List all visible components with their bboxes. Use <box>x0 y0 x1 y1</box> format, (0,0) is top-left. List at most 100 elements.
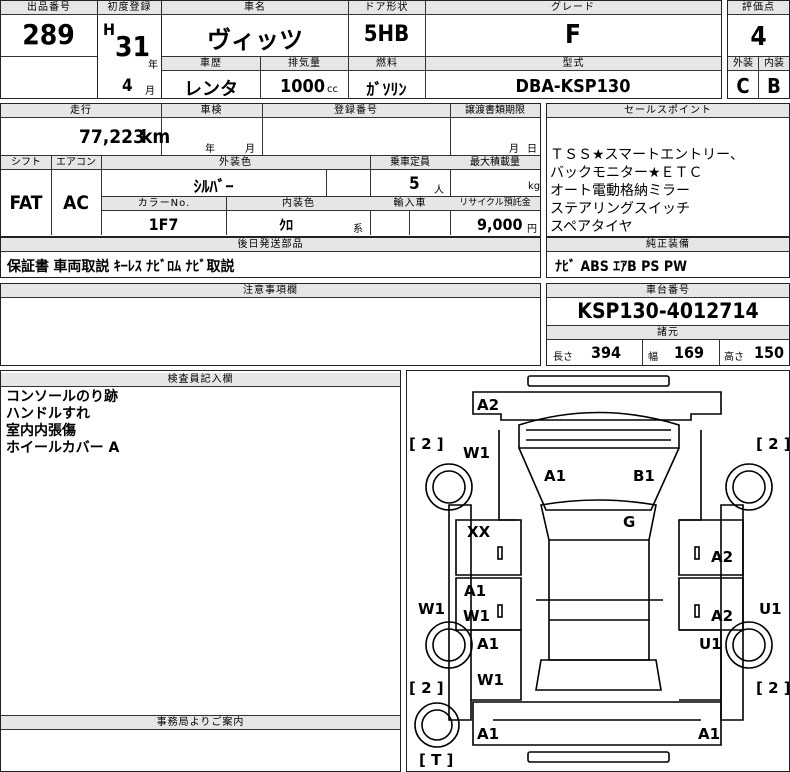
mark-b1-hood: B1 <box>633 467 655 485</box>
inspection-year-unit: 年 <box>205 144 215 155</box>
month-unit: 月 <box>145 86 155 97</box>
door-label: ドア形状 <box>348 1 425 15</box>
mark-a2-rdoor: A2 <box>711 548 733 566</box>
width-label: 幅 <box>648 352 658 363</box>
score: 4 <box>750 22 767 52</box>
chassis-label: 車台番号 <box>547 284 789 298</box>
vehicle-details-block: 走行 車検 登録番号 譲渡書類期限 77,223 km 年 月 月 日 シフト … <box>0 103 541 237</box>
spare-tire: [ T ] <box>419 751 453 769</box>
tire-fl: [ 2 ] <box>409 435 444 453</box>
car-name-label: 車名 <box>162 1 348 15</box>
shift-label: シフト <box>1 156 51 170</box>
grade-label: グレード <box>425 1 721 15</box>
lot-no-label: 出品番号 <box>1 1 97 15</box>
tire-fr: [ 2 ] <box>756 435 789 453</box>
inspector-block: 検査員記入欄 コンソールのり跡 ハンドルすれ 室内内張傷 ホイールカバー A 事… <box>0 370 401 772</box>
height-value: 150 <box>754 343 785 362</box>
first-reg-label: 初度登録 <box>98 1 161 15</box>
transfer-label: 譲渡書類期限 <box>450 104 540 118</box>
height-label: 高さ <box>724 352 744 363</box>
displacement-unit: cc <box>327 84 338 95</box>
reg-no-label: 登録番号 <box>262 104 450 118</box>
front-bumper <box>527 375 670 387</box>
front-bumper-outline <box>472 391 722 421</box>
notes-block: 注意事項欄 <box>0 283 541 366</box>
mark-a1-lwheel: A1 <box>477 635 499 653</box>
sales-points-block: セールスポイント ＴＳＳ★スマートエントリー、 バックモニター★ＥＴＣ オート電… <box>546 103 790 237</box>
import-label: 輸入車 <box>370 197 450 211</box>
displacement: 1000 <box>280 76 326 97</box>
interior-color: ｸﾛ <box>279 218 293 234</box>
tire-rr: [ 2 ] <box>756 679 789 697</box>
handle-lr <box>497 604 503 618</box>
rear-bumper-outline <box>472 701 722 746</box>
damage-diagram: A2 W1 A1 B1 G XX A2 A1 W1 W1 A2 U1 A1 U1… <box>406 370 790 772</box>
car-name: ヴィッツ <box>207 26 303 54</box>
hood-lines <box>526 429 671 441</box>
history-label: 車歴 <box>162 57 260 71</box>
model-label: 型式 <box>426 57 721 71</box>
mark-a1-lrear: A1 <box>464 582 486 600</box>
fender-lines <box>498 430 702 521</box>
recycle-fee: 9,000 <box>477 215 523 234</box>
later-parts-block: 後日発送部品 保証書 車両取説 ｷｰﾚｽ ﾅﾋﾞﾛﾑ ﾅﾋﾞ取説 <box>0 237 541 278</box>
windshield <box>540 499 657 541</box>
capacity: 5 <box>409 174 420 194</box>
length-value: 394 <box>591 343 622 362</box>
handle-lf <box>497 546 503 560</box>
interior-label: 内装 <box>759 57 789 71</box>
exterior-grade: C <box>736 74 750 98</box>
recycle-unit: 円 <box>527 224 537 235</box>
tire-rl: [ 2 ] <box>409 679 444 697</box>
mark-w1-lside: W1 <box>418 600 445 618</box>
width-value: 169 <box>674 343 705 362</box>
equipment-block: 純正装備 ﾅﾋﾞ ABS ｴｱB PS PW <box>546 237 790 278</box>
air-conditioner: AC <box>63 192 89 214</box>
ac-label: エアコン <box>51 156 101 170</box>
score-label: 評価点 <box>728 1 789 15</box>
int-color-label: 内装色 <box>227 197 370 211</box>
fuel-label: 燃料 <box>349 57 425 71</box>
transfer-day-unit: 日 <box>527 144 537 155</box>
handle-rf <box>694 546 700 560</box>
length-label: 長さ <box>553 352 573 363</box>
chassis-block: 車台番号 KSP130-4012714 諸元 長さ 394 幅 169 高さ 1… <box>546 283 790 366</box>
rear-window <box>535 659 662 691</box>
mark-u1-rside: U1 <box>759 600 782 618</box>
fuel: ｶﾞｿﾘﾝ <box>366 80 407 99</box>
mark-a1-bl: A1 <box>477 725 499 743</box>
capacity-unit: 人 <box>434 185 444 196</box>
model: DBA-KSP130 <box>515 76 631 97</box>
history: レンタ <box>184 79 238 100</box>
transfer-month-unit: 月 <box>509 144 519 155</box>
header-block: 出品番号 初度登録 車名 ドア形状 グレード 評価点 289 H 31 年 4 … <box>0 0 790 100</box>
mark-a1-hood: A1 <box>544 467 566 485</box>
load-unit: kg <box>528 181 541 192</box>
dims-label: 諸元 <box>547 325 789 340</box>
lot-no: 289 <box>22 18 75 51</box>
mileage-label: 走行 <box>1 104 161 118</box>
inspection-month-unit: 月 <box>245 144 255 155</box>
color-no: 1F7 <box>148 215 179 234</box>
equipment-label: 純正装備 <box>547 238 789 252</box>
mark-a1-br: A1 <box>698 725 720 743</box>
inspector-label: 検査員記入欄 <box>1 373 400 387</box>
mark-w1-lrear: W1 <box>463 607 490 625</box>
later-parts-text: 保証書 車両取説 ｷｰﾚｽ ﾅﾋﾞﾛﾑ ﾅﾋﾞ取説 <box>7 259 235 275</box>
sales-points-label: セールスポイント <box>547 104 789 118</box>
load-label: 最大積載量 <box>450 156 540 170</box>
mark-u1-rwheel: U1 <box>699 635 722 653</box>
mark-a2-rrear: A2 <box>711 607 733 625</box>
inspector-text: コンソールのり跡 ハンドルすれ 室内内張傷 ホイールカバー A <box>6 389 120 456</box>
displacement-label: 排気量 <box>261 57 348 71</box>
shift: FAT <box>9 192 43 214</box>
int-color-unit: 系 <box>353 224 363 235</box>
recycle-label: リサイクル預託金 <box>450 197 540 211</box>
inspection-label: 車検 <box>161 104 262 118</box>
exterior-label: 外装 <box>728 57 758 71</box>
sales-points-text: ＴＳＳ★スマートエントリー、 バックモニター★ＥＴＣ オート電動格納ミラー ステ… <box>550 147 744 235</box>
notes-label: 注意事項欄 <box>1 284 540 298</box>
chassis-number: KSP130-4012714 <box>577 299 759 323</box>
door-type: 5HB <box>363 22 410 47</box>
mark-w1-fl: W1 <box>463 444 490 462</box>
